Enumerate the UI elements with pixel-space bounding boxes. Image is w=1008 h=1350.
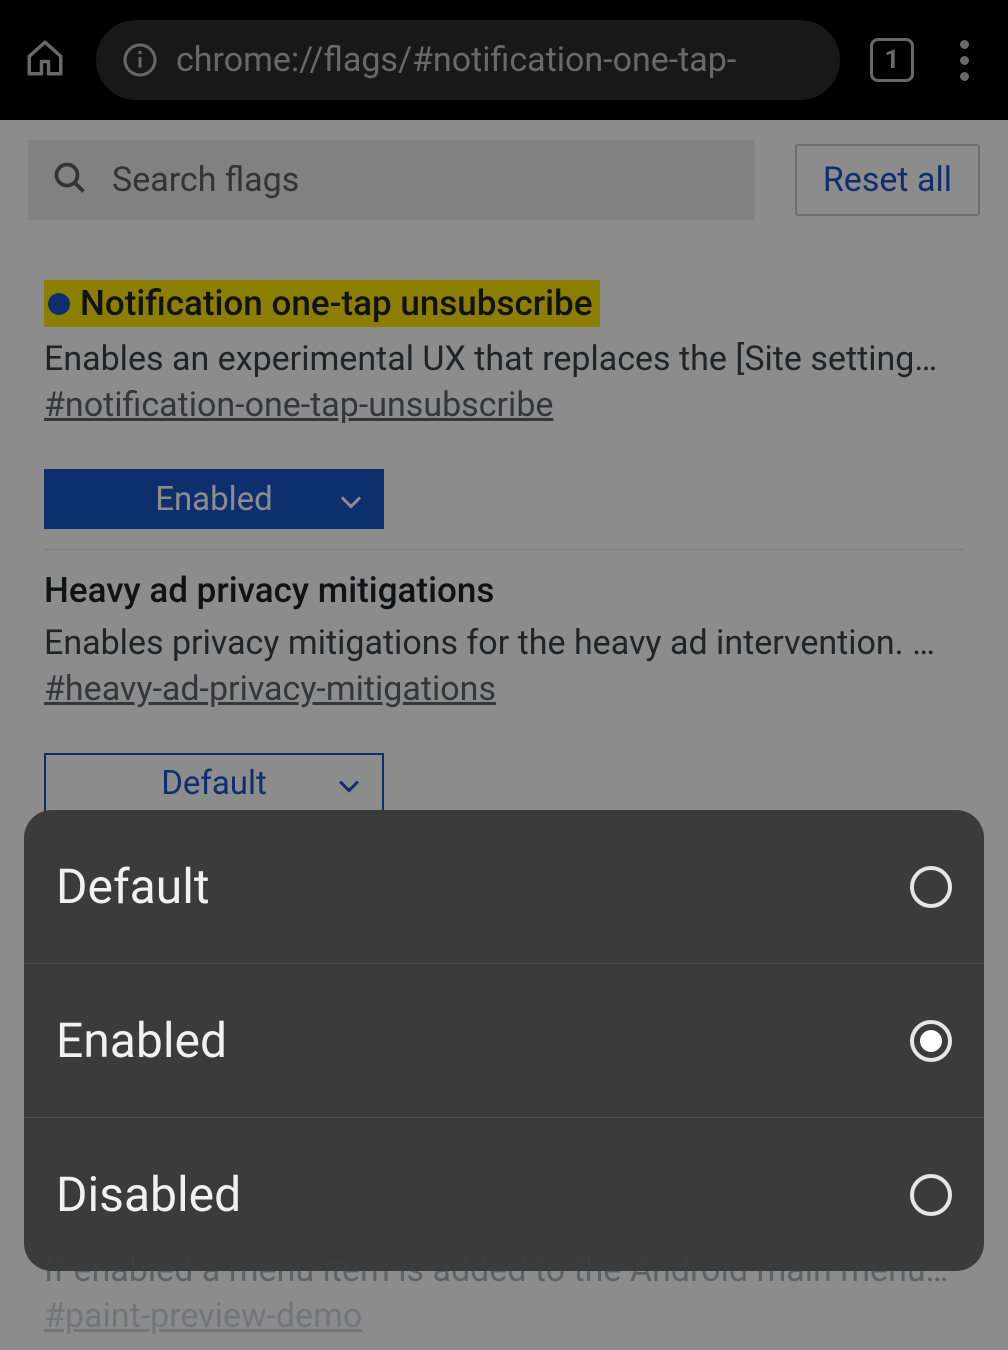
flag-description: If enabled a menu item is added to the A…: [44, 1250, 954, 1290]
sheet-option-default[interactable]: Default: [24, 810, 984, 964]
radio-selected-icon: [910, 1020, 952, 1062]
sheet-option-disabled[interactable]: Disabled: [24, 1118, 984, 1271]
radio-icon: [910, 866, 952, 908]
flag-hash-link[interactable]: #paint-preview-demo: [44, 1296, 362, 1336]
sheet-option-enabled[interactable]: Enabled: [24, 964, 984, 1118]
flag-item-partial: If enabled a menu item is added to the A…: [44, 1250, 964, 1336]
select-sheet: Default Enabled Disabled: [24, 810, 984, 1271]
radio-icon: [910, 1174, 952, 1216]
